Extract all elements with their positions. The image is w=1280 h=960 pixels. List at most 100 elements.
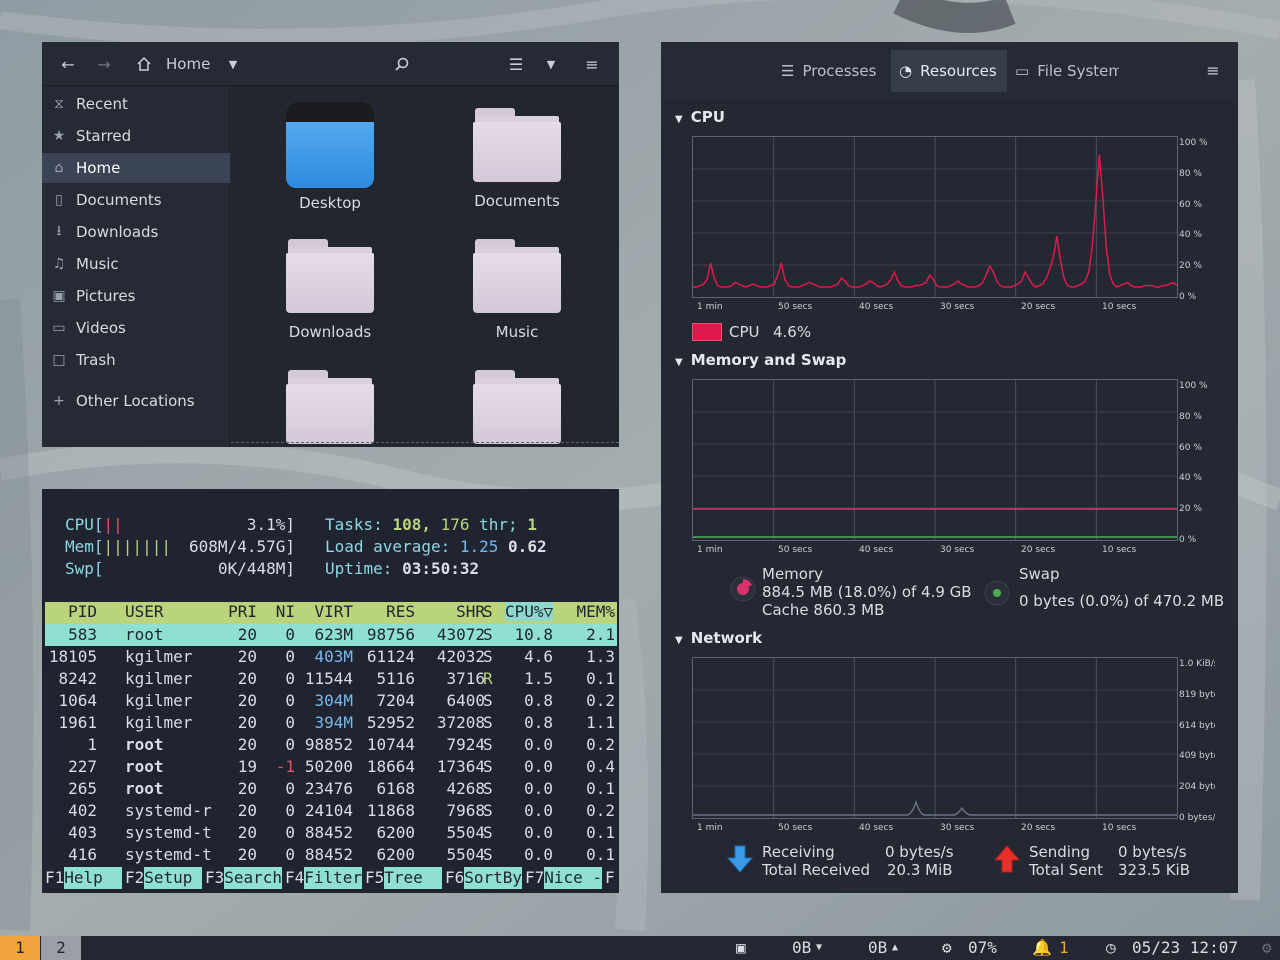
file-item-folder[interactable]: [255, 370, 405, 444]
function-key[interactable]: F: [605, 867, 615, 889]
download-arrow-icon[interactable]: [727, 845, 753, 873]
net-down-value[interactable]: 0B: [792, 936, 811, 960]
sidebar-item-documents[interactable]: ▯ Documents: [42, 185, 230, 215]
sidebar-item-home[interactable]: ⌂ Home: [42, 153, 230, 183]
sidebar-item-label: Videos: [76, 319, 126, 337]
column-header[interactable]: CPU%▽: [505, 602, 553, 621]
process-row[interactable]: 1064 kgilmer 20 0 304M 7204 6400 S 0.8 0.2: [45, 690, 617, 712]
list-icon: ☰: [781, 62, 795, 80]
workspace-2[interactable]: 2: [41, 936, 81, 960]
mem-meter-value: 608M/4.57G]: [189, 537, 295, 556]
net-up-value[interactable]: 0B: [868, 936, 887, 960]
function-key[interactable]: F5Tree: [365, 867, 443, 889]
memory-pie-icon[interactable]: [729, 575, 757, 603]
process-row[interactable]: 227 root 19 -1 50200 18664 17364 S 0.0 0.4: [45, 756, 617, 778]
function-key[interactable]: F4Filter: [285, 867, 363, 889]
file-manager-header: ← → Home ▼ ☰ ▼ ≡: [42, 42, 619, 86]
file-item-folder[interactable]: [442, 370, 592, 444]
sidebar-item-trash[interactable]: □ Trash: [42, 345, 230, 375]
column-header[interactable]: RES: [365, 602, 415, 621]
process-cell: 394M: [314, 713, 353, 732]
settings-icon[interactable]: ⚙: [1262, 936, 1272, 960]
gauge-icon: ◔: [899, 62, 913, 80]
cpu-section-header[interactable]: ▼ CPU: [675, 108, 725, 126]
swap-pie-icon[interactable]: [983, 579, 1011, 607]
upload-arrow-icon[interactable]: [994, 845, 1020, 873]
process-cell: S: [483, 779, 493, 798]
folder-icon: [286, 370, 374, 444]
function-key[interactable]: F1Help: [45, 867, 123, 889]
process-row[interactable]: 1 root 20 0 98852 10744 7924 S 0.0 0.2: [45, 734, 617, 756]
process-cell: 52952: [366, 713, 415, 732]
function-key[interactable]: F6SortBy: [445, 867, 523, 889]
workspace-1[interactable]: 1: [0, 936, 40, 960]
column-header[interactable]: VIRT: [285, 602, 353, 621]
x-tick-label: 40 secs: [859, 545, 894, 555]
view-options-icon[interactable]: ▼: [540, 50, 562, 78]
memory-section-header[interactable]: ▼ Memory and Swap: [675, 351, 846, 369]
process-row[interactable]: 403 systemd-t 20 0 88452 6200 5504 S 0.0 0.1: [45, 822, 617, 844]
sidebar-item-starred[interactable]: ★ Starred: [42, 121, 230, 151]
process-cell: 6200: [376, 823, 415, 842]
process-row[interactable]: 265 root 20 0 23476 6168 4268 S 0.0 0.1: [45, 778, 617, 800]
back-arrow-icon[interactable]: ←: [54, 50, 82, 78]
home-icon: ⌂: [54, 160, 64, 176]
y-tick-label: 60 %: [1179, 442, 1202, 453]
process-row[interactable]: 1961 kgilmer 20 0 394M 52952 37208 S 0.8 1.1: [45, 712, 617, 734]
memory-label: Memory: [762, 565, 824, 583]
process-cell: 1.1: [586, 713, 615, 732]
sidebar-item-other-locations[interactable]: + Other Locations: [42, 386, 230, 416]
process-row[interactable]: 18105 kgilmer 20 0 403M 61124 42032 S 4.6 1.3: [45, 646, 617, 668]
swap-value: 0 bytes (0.0%) of 470.2 MB: [1019, 592, 1225, 610]
function-key[interactable]: F7Nice -: [525, 867, 603, 889]
column-header[interactable]: PID: [45, 602, 97, 621]
y-tick-label: 819 bytes/s: [1179, 689, 1215, 700]
sidebar-item-pictures[interactable]: ▣ Pictures: [42, 281, 230, 311]
process-cell: S: [483, 757, 493, 776]
memory-history-graph: [692, 379, 1178, 541]
search-icon[interactable]: [388, 50, 416, 78]
process-cell: 6168: [376, 779, 415, 798]
file-item-documents[interactable]: Documents: [442, 108, 592, 210]
process-cell: 0.1: [586, 669, 615, 688]
sidebar-item-music[interactable]: ♫ Music: [42, 249, 230, 279]
column-header[interactable]: MEM%: [565, 602, 615, 621]
date-time[interactable]: 05/23 12:07: [1132, 936, 1238, 960]
sidebar-item-videos[interactable]: ▭ Videos: [42, 313, 230, 343]
function-key[interactable]: F3Search: [205, 867, 283, 889]
y-tick-label: 204 bytes/s: [1179, 782, 1215, 793]
process-row[interactable]: 402 systemd-r 20 0 24104 11868 7968 S 0.0 0.2: [45, 800, 617, 822]
cpu-color-swatch[interactable]: [692, 323, 722, 341]
file-item-music[interactable]: Music: [442, 239, 592, 341]
trash-icon: □: [52, 352, 66, 368]
file-item-desktop[interactable]: Desktop: [255, 102, 405, 212]
process-table-header[interactable]: PID USER PRI NI VIRT RES SHR S CPU%▽ MEM%: [45, 602, 617, 624]
sidebar-item-recent[interactable]: ⧖ Recent: [42, 89, 230, 119]
document-icon: ▯: [55, 192, 63, 208]
forward-arrow-icon[interactable]: →: [90, 50, 118, 78]
sidebar-item-label: Downloads: [76, 223, 159, 241]
column-header[interactable]: SHR: [425, 602, 485, 621]
tab-file-system[interactable]: ▭ File System: [1009, 50, 1119, 92]
process-row[interactable]: 583 root 20 0 623M 98756 43072 S 10.8 2.1: [45, 624, 617, 646]
tab-processes[interactable]: ☰ Processes: [773, 50, 889, 92]
location-dropdown-icon[interactable]: ▼: [222, 50, 244, 78]
taskbar: 1 2 ▣ 0B ▼ 0B ▲ ⚙ 07% 🔔 1 ◷ 05/23 12:07 …: [0, 936, 1280, 960]
file-item-downloads[interactable]: Downloads: [255, 239, 405, 341]
cpu-usage-value[interactable]: 07%: [968, 936, 997, 960]
sidebar-item-downloads[interactable]: ⭳ Downloads: [42, 217, 230, 247]
menu-icon[interactable]: ≡: [578, 50, 606, 78]
tab-resources[interactable]: ◔ Resources: [891, 50, 1007, 92]
cpu-chip-icon: ⚙: [942, 938, 952, 957]
process-row[interactable]: 416 systemd-t 20 0 88452 6200 5504 S 0.0 0.1: [45, 844, 617, 866]
list-view-icon[interactable]: ☰: [502, 50, 530, 78]
notification-count[interactable]: 1: [1059, 936, 1069, 960]
process-row[interactable]: 8242 kgilmer 20 0 11544 5116 3716 R 1.5 0.1: [45, 668, 617, 690]
scroll-edge: [231, 442, 619, 443]
column-header[interactable]: S: [483, 602, 503, 621]
process-cell: 1: [87, 735, 97, 754]
process-cell: 0.0: [524, 735, 553, 754]
network-section-header[interactable]: ▼ Network: [675, 629, 762, 647]
menu-icon[interactable]: ≡: [1199, 56, 1227, 84]
function-key[interactable]: F2Setup: [125, 867, 203, 889]
